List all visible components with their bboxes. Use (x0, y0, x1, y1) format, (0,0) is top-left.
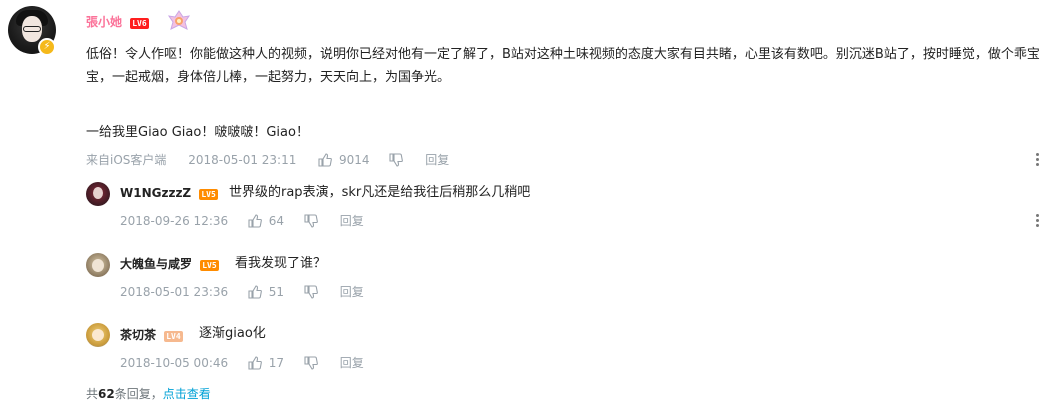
timestamp: 2018-09-26 12:36 (120, 213, 229, 228)
like-icon (248, 285, 262, 299)
dislike-button[interactable] (304, 284, 318, 300)
reply-meta: 2018-05-01 23:36 51 回复 (120, 283, 364, 300)
dislike-icon (304, 285, 318, 299)
like-count: 64 (268, 213, 285, 228)
more-icon[interactable] (1036, 152, 1040, 166)
main-comment-meta: 来自iOS客户端 2018-05-01 23:11 9014 回复 (86, 151, 449, 168)
main-comment-text: 低俗！令人作呕！你能做这种人的视频，说明你已经对他有一定了解了，B站对这种土味视… (86, 47, 1040, 85)
dislike-icon (389, 153, 404, 167)
view-replies-link[interactable]: 点击查看 (163, 387, 211, 401)
main-comment-text-2: 一给我里Giao Giao！啵啵啵！Giao！ (86, 125, 309, 140)
dislike-icon (304, 214, 318, 228)
like-icon (248, 214, 262, 228)
timestamp: 2018-05-01 23:11 (188, 152, 297, 167)
reply-button[interactable]: 回复 (425, 152, 449, 168)
reply-button[interactable]: 回复 (340, 213, 364, 229)
like-count: 9014 (339, 152, 370, 167)
timestamp: 2018-10-05 00:46 (120, 355, 229, 370)
reply-username[interactable]: W1NGzzzZ LV5 (120, 185, 218, 201)
like-button[interactable]: 64 (248, 212, 284, 229)
reply-count-footer: 共62条回复，点击查看 (86, 387, 211, 401)
reply-text: 看我发现了谁？ (235, 256, 327, 271)
reply-button[interactable]: 回复 (340, 284, 364, 300)
verified-badge-icon: ⚡ (38, 38, 56, 56)
reply-count: 62 (98, 387, 115, 401)
medal-icon (167, 10, 191, 30)
level-badge: LV5 (199, 189, 218, 200)
reply-button[interactable]: 回复 (340, 355, 364, 371)
like-button[interactable]: 51 (248, 283, 284, 300)
level-badge: LV5 (200, 260, 219, 271)
reply-meta: 2018-10-05 00:46 17 回复 (120, 354, 364, 371)
like-count: 51 (268, 284, 285, 299)
level-badge: LV4 (164, 331, 183, 342)
like-count: 17 (268, 355, 285, 370)
dislike-button[interactable] (389, 152, 404, 168)
reply-username[interactable]: 茶切茶 LV4 (120, 327, 183, 343)
reply-avatar[interactable] (86, 323, 110, 347)
more-icon[interactable] (1036, 213, 1040, 227)
timestamp: 2018-05-01 23:36 (120, 284, 229, 299)
like-icon (318, 153, 333, 167)
like-button[interactable]: 9014 (318, 151, 370, 168)
level-badge: LV6 (130, 18, 149, 29)
device-label: 来自iOS客户端 (86, 152, 167, 167)
main-username[interactable]: 張小她 LV6 (86, 14, 149, 30)
like-icon (248, 356, 262, 370)
dislike-button[interactable] (304, 213, 318, 229)
dislike-button[interactable] (304, 355, 318, 371)
reply-avatar[interactable] (86, 253, 110, 277)
reply-username[interactable]: 大魄鱼与咸罗 LV5 (120, 256, 219, 272)
reply-meta: 2018-09-26 12:36 64 回复 (120, 212, 364, 229)
reply-avatar[interactable] (86, 182, 110, 206)
reply-text: 逐渐giao化 (199, 326, 266, 341)
dislike-icon (304, 356, 318, 370)
like-button[interactable]: 17 (248, 354, 284, 371)
reply-text: 世界级的rap表演，skr凡还是给我往后稍那么几稍吧 (229, 185, 531, 200)
